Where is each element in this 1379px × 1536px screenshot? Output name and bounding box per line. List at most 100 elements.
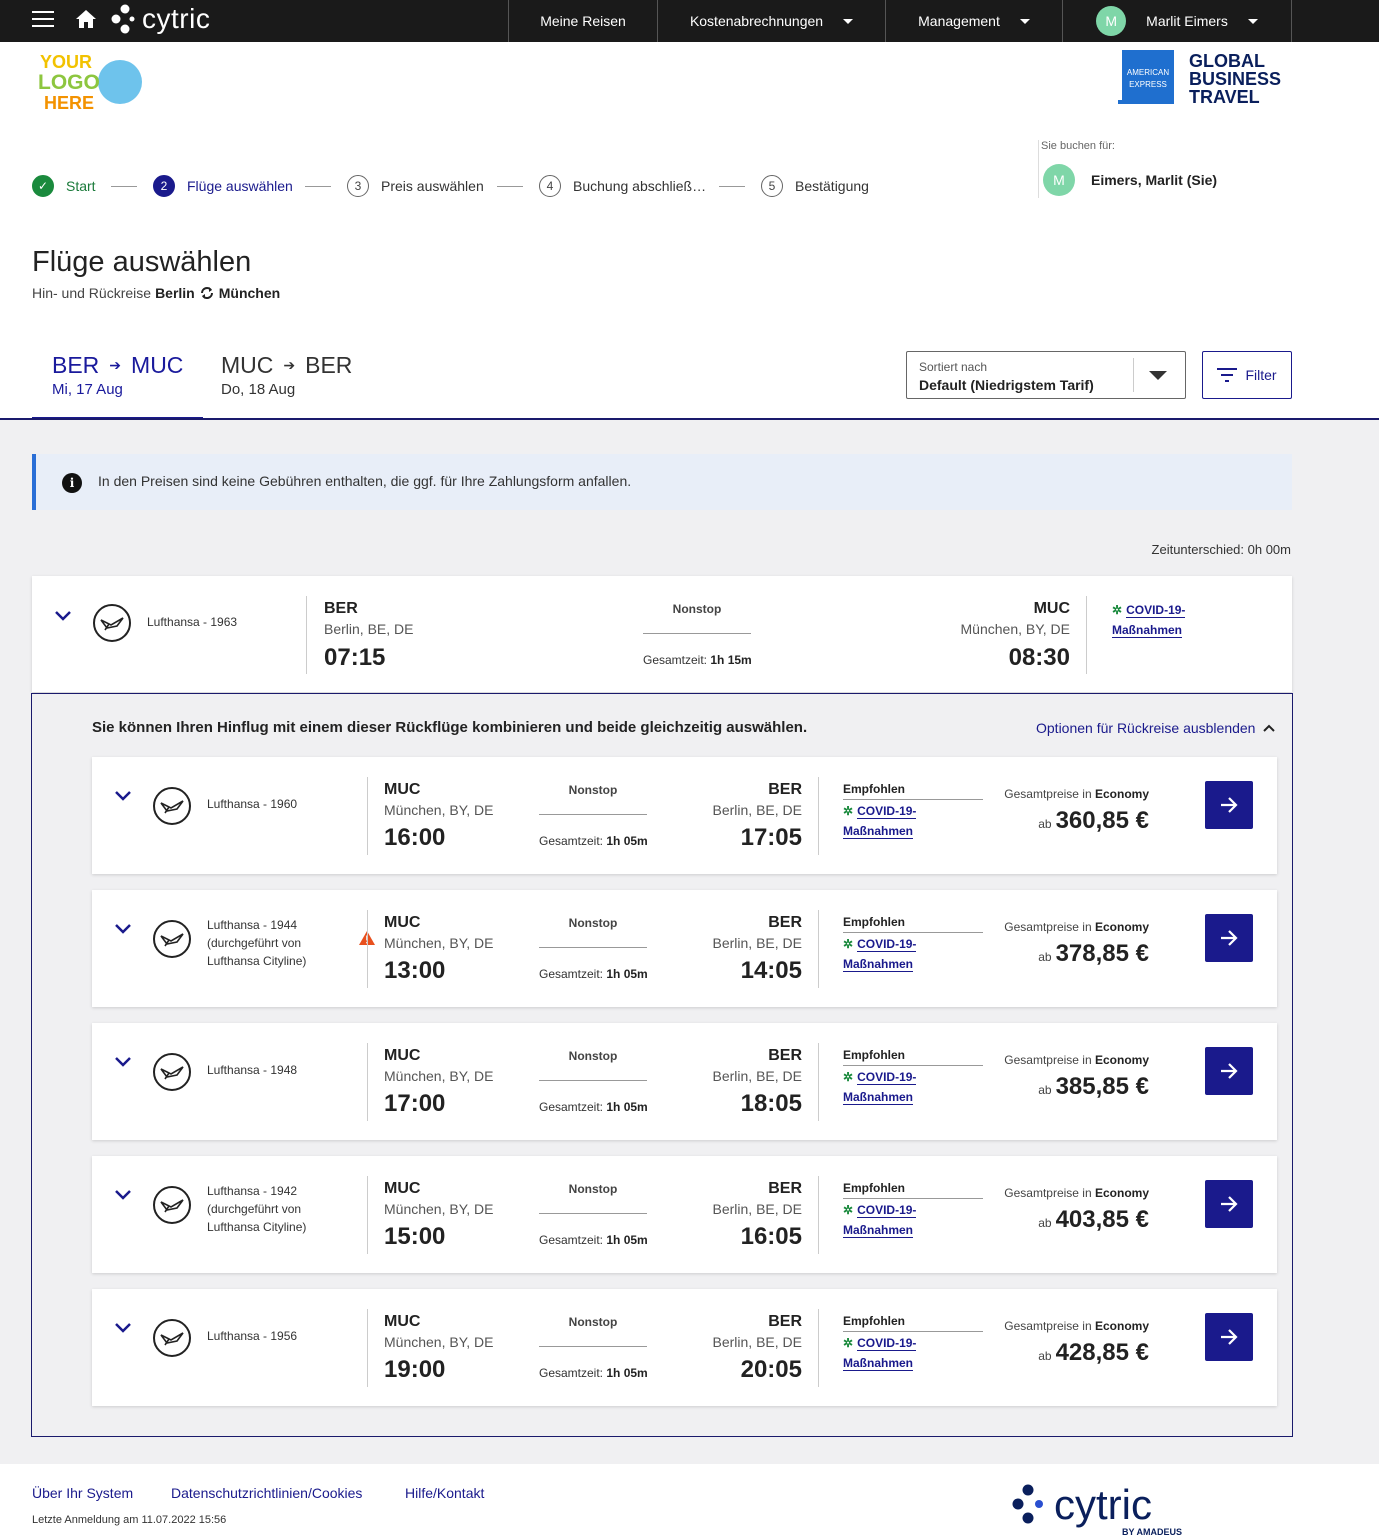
- virus-icon: ✲: [1112, 603, 1123, 617]
- select-flight-button[interactable]: [1205, 1180, 1253, 1228]
- logo-line: EXPRESS: [1129, 80, 1167, 89]
- covid-measures-link[interactable]: ✲ COVID-19- Maßnahmen: [843, 1200, 917, 1240]
- nav-kostenabrechnungen[interactable]: Kostenabrechnungen: [657, 0, 885, 42]
- brand-name: cytric: [142, 3, 211, 34]
- select-flight-button[interactable]: [1205, 1313, 1253, 1361]
- price-label-text: Gesamtpreise in: [1004, 1053, 1092, 1067]
- covid-link-line1[interactable]: COVID-19-: [857, 937, 917, 952]
- nav-meine-reisen[interactable]: Meine Reisen: [508, 0, 657, 42]
- footer-brand-sub: BY AMADEUS: [1122, 1527, 1182, 1536]
- chevron-down-icon[interactable]: [114, 1189, 132, 1201]
- covid-link-line1[interactable]: COVID-19-: [1126, 603, 1186, 618]
- route-line: [539, 1080, 647, 1081]
- tab-to: BER: [305, 352, 353, 378]
- divider: [818, 1176, 819, 1254]
- cytric-dots-icon: [111, 4, 135, 34]
- step-booking: 4 Buchung abschließ…: [539, 175, 706, 197]
- stops-label: Nonstop: [568, 1049, 618, 1063]
- filter-button[interactable]: Filter: [1202, 351, 1292, 399]
- covid-measures-link[interactable]: ✲ COVID-19- Maßnahmen: [843, 1067, 917, 1107]
- cabin-class: Economy: [1094, 1053, 1149, 1067]
- cabin-class: Economy: [1094, 1319, 1149, 1333]
- step-flights[interactable]: 2 Flüge auswählen: [153, 175, 293, 197]
- select-flight-button[interactable]: [1205, 781, 1253, 829]
- step-label: Flüge auswählen: [187, 178, 293, 194]
- outbound-flight-card[interactable]: Lufthansa - 1963 BER Berlin, BE, DE 07:1…: [32, 576, 1292, 692]
- chevron-down-icon[interactable]: [54, 610, 72, 622]
- footer-link-help[interactable]: Hilfe/Kontakt: [405, 1485, 484, 1501]
- covid-link-line1[interactable]: COVID-19-: [857, 1336, 917, 1351]
- total-duration: Gesamtzeit: 1h 15m: [643, 653, 752, 667]
- select-flight-button[interactable]: [1205, 914, 1253, 962]
- covid-measures-link[interactable]: ✲ COVID-19- Maßnahmen: [843, 1333, 917, 1373]
- check-icon: ✓: [32, 175, 54, 197]
- chevron-down-icon[interactable]: [114, 1322, 132, 1334]
- covid-measures-link[interactable]: ✲ COVID-19- Maßnahmen: [1112, 600, 1186, 640]
- price-prefix: ab: [1038, 817, 1052, 831]
- select-flight-button[interactable]: [1205, 1047, 1253, 1095]
- divider: [843, 932, 983, 933]
- sort-value: Default (Niedrigstem Tarif): [919, 377, 1094, 393]
- hide-return-options-link[interactable]: Optionen für Rückreise ausblenden: [1036, 720, 1276, 736]
- home-icon[interactable]: [74, 8, 98, 30]
- arrow-right-icon: [1221, 1063, 1238, 1079]
- divider: [843, 1331, 983, 1332]
- sort-select[interactable]: Sortiert nach Default (Niedrigstem Tarif…: [906, 351, 1186, 399]
- cabin-class: Economy: [1094, 787, 1149, 801]
- covid-link-line1[interactable]: COVID-19-: [857, 1203, 917, 1218]
- cytric-logo[interactable]: cytric: [110, 2, 210, 36]
- covid-link-line2[interactable]: Maßnahmen: [843, 1090, 914, 1105]
- step-start[interactable]: ✓ Start: [32, 175, 96, 197]
- airline-line: Lufthansa - 1942: [207, 1184, 298, 1198]
- covid-link-line2[interactable]: Maßnahmen: [843, 824, 914, 839]
- step-connector: [305, 186, 331, 187]
- lufthansa-logo-icon: [153, 1186, 191, 1224]
- return-flight-card[interactable]: Lufthansa - 1944 (durchgeführt von Lufthan…: [92, 890, 1277, 1007]
- return-flight-card[interactable]: Lufthansa - 1942 (durchgeführt von Lufthan…: [92, 1156, 1277, 1273]
- nav-management[interactable]: Management: [885, 0, 1062, 42]
- user-menu[interactable]: M Marlit Eimers: [1062, 0, 1292, 42]
- departure-code: MUC: [384, 781, 421, 798]
- covid-measures-link[interactable]: ✲ COVID-19- Maßnahmen: [843, 801, 917, 841]
- step-number: 2: [153, 175, 175, 197]
- arrow-right-icon: [1221, 930, 1238, 946]
- covid-link-line1[interactable]: COVID-19-: [857, 1070, 917, 1085]
- timezone-note: Zeitunterschied: 0h 00m: [1151, 542, 1291, 557]
- step-label: Start: [66, 178, 96, 194]
- logo-line: BUSINESS: [1189, 69, 1281, 89]
- arrival-city: Berlin, BE, DE: [712, 1068, 802, 1084]
- tab-return[interactable]: MUC ➔ BER Do, 18 Aug: [221, 352, 352, 420]
- menu-icon[interactable]: [32, 11, 54, 27]
- return-flight-card[interactable]: Lufthansa - 1960 MUC München, BY, DE 16:…: [92, 757, 1277, 874]
- footer-link-system[interactable]: Über Ihr System: [32, 1485, 133, 1501]
- covid-link-line1[interactable]: COVID-19-: [857, 804, 917, 819]
- duration-label: Gesamtzeit:: [643, 653, 708, 667]
- trip-destination: München: [218, 285, 281, 301]
- divider: [843, 1065, 983, 1066]
- covid-link-line2[interactable]: Maßnahmen: [843, 1356, 914, 1371]
- departure-code: MUC: [384, 1313, 421, 1330]
- logo-line: YOUR: [40, 52, 92, 72]
- return-flight-card[interactable]: Lufthansa - 1948 MUC München, BY, DE 17:…: [92, 1023, 1277, 1140]
- arrow-right-icon: [1221, 1329, 1238, 1345]
- chevron-down-icon[interactable]: [114, 923, 132, 935]
- price-prefix: ab: [1038, 1349, 1052, 1363]
- departure-code: BER: [324, 600, 358, 617]
- airline-flight-number: Lufthansa - 1948: [207, 1061, 297, 1079]
- total-duration: Gesamtzeit: 1h 05m: [539, 967, 648, 981]
- chevron-down-icon[interactable]: [114, 790, 132, 802]
- footer-link-privacy[interactable]: Datenschutzrichtlinien/Cookies: [171, 1485, 362, 1501]
- departure-city: München, BY, DE: [384, 1201, 494, 1217]
- return-flight-card[interactable]: Lufthansa - 1956 MUC München, BY, DE 19:…: [92, 1289, 1277, 1406]
- amex-gbt-logo: AMERICAN EXPRESS GLOBAL BUSINESS TRAVEL: [1118, 50, 1281, 106]
- covid-link-line2[interactable]: Maßnahmen: [843, 1223, 914, 1238]
- tab-outbound[interactable]: BER ➔ MUC Mi, 17 Aug: [32, 352, 204, 420]
- arrow-right-icon: ➔: [109, 357, 122, 373]
- arrival-code: BER: [768, 1313, 802, 1330]
- chevron-down-icon[interactable]: [114, 1056, 132, 1068]
- round-trip-icon: [200, 287, 213, 299]
- covid-measures-link[interactable]: ✲ COVID-19- Maßnahmen: [843, 934, 917, 974]
- nav-label: Meine Reisen: [540, 13, 626, 29]
- covid-link-line2[interactable]: Maßnahmen: [843, 957, 914, 972]
- covid-link-line2[interactable]: Maßnahmen: [1112, 623, 1183, 638]
